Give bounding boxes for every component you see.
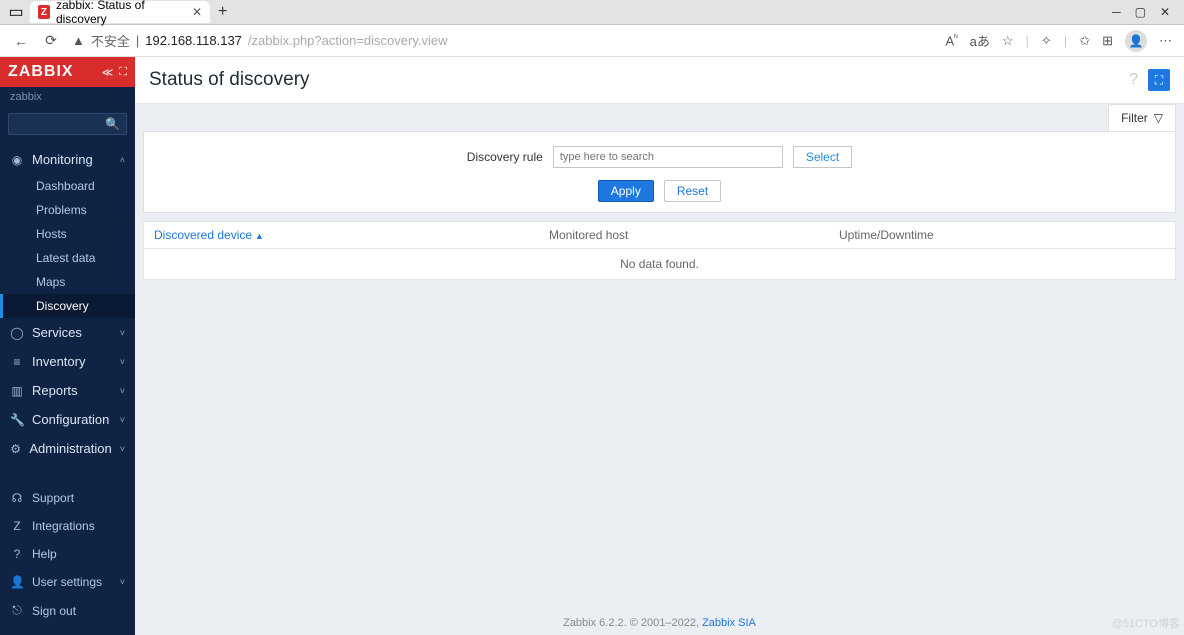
more-icon[interactable]: ⋯ — [1159, 33, 1172, 49]
tab-title: zabbix: Status of discovery — [56, 0, 178, 26]
close-window-icon[interactable]: ✕ — [1160, 5, 1170, 19]
address-bar: ← ⟳ ▲ 不安全 | 192.168.118.137/zabbix.php?a… — [0, 25, 1184, 57]
tab-overview-icon[interactable]: ▭ — [6, 2, 26, 22]
filter-panel: Discovery rule Select Apply Reset — [143, 131, 1176, 213]
table-header: Discovered device▲ Monitored host Uptime… — [144, 222, 1175, 249]
footer: Zabbix 6.2.2. © 2001–2022, Zabbix SIA — [135, 617, 1184, 629]
chevron-up-icon: ˄ — [120, 155, 125, 165]
chevron-down-icon: ˅ — [120, 328, 125, 338]
integrations-icon: Z — [10, 519, 24, 533]
col-discovered-device[interactable]: Discovered device▲ — [144, 222, 539, 248]
user-icon: 👤 — [10, 575, 24, 589]
nav-problems[interactable]: Problems — [0, 198, 135, 222]
sidebar-search[interactable]: 🔍 — [8, 113, 127, 135]
discovery-rule-input[interactable] — [553, 146, 783, 168]
minimize-icon[interactable]: ─ — [1112, 5, 1121, 19]
table-no-data: No data found. — [144, 249, 1175, 279]
apply-button[interactable]: Apply — [598, 180, 654, 202]
chevron-down-icon: ˅ — [120, 415, 125, 425]
col-uptime[interactable]: Uptime/Downtime — [829, 222, 1175, 248]
monitoring-icon: ◉ — [10, 153, 24, 167]
url-path: /zabbix.php?action=discovery.view — [248, 33, 448, 48]
nav-discovery[interactable]: Discovery — [0, 294, 135, 318]
browser-tab[interactable]: Z zabbix: Status of discovery ✕ — [30, 1, 210, 23]
new-tab-button[interactable]: + — [218, 3, 227, 21]
fullscreen-button[interactable]: ⛶ — [1148, 69, 1170, 91]
expand-sidebar-icon[interactable]: ⛶ — [119, 66, 127, 79]
server-name: zabbix — [0, 87, 135, 107]
support-icon: ☊ — [10, 491, 24, 505]
nav-configuration[interactable]: 🔧 Configuration ˅ — [0, 405, 135, 434]
page-title: Status of discovery — [149, 69, 310, 91]
page-help-icon[interactable]: ? — [1129, 71, 1138, 89]
refresh-button[interactable]: ⟳ — [42, 32, 60, 49]
toolbar-icons: Aᴺ aあ ☆ | ✧ | ✩ ⊞ 👤 ⋯ — [945, 30, 1172, 52]
url-field[interactable]: ▲ 不安全 | 192.168.118.137/zabbix.php?actio… — [72, 31, 933, 50]
services-icon: ◯ — [10, 326, 24, 340]
main-content: Status of discovery ? ⛶ Filter ▽ Discove… — [135, 57, 1184, 635]
nav-maps[interactable]: Maps — [0, 270, 135, 294]
window-controls: ─ ▢ ✕ — [1112, 5, 1178, 19]
nav-monitoring[interactable]: ◉ Monitoring ˄ — [0, 145, 135, 174]
extensions-icon[interactable]: ✧ — [1041, 33, 1052, 49]
discovery-rule-label: Discovery rule — [467, 150, 543, 164]
brand-logo[interactable]: ZABBIX — [8, 63, 74, 81]
nav-hosts[interactable]: Hosts — [0, 222, 135, 246]
nav-administration[interactable]: ⚙ Administration ˅ — [0, 434, 135, 463]
zabbix-favicon: Z — [38, 5, 50, 19]
reports-icon: ▥ — [10, 384, 24, 398]
chevron-down-icon: ˅ — [120, 386, 125, 396]
sort-asc-icon: ▲ — [255, 231, 264, 241]
filter-icon: ▽ — [1154, 111, 1163, 125]
nav-help[interactable]: ? Help — [0, 540, 135, 568]
help-icon: ? — [10, 547, 24, 561]
chevron-down-icon: ˅ — [120, 444, 125, 454]
reset-button[interactable]: Reset — [664, 180, 721, 202]
nav-support[interactable]: ☊ Support — [0, 484, 135, 512]
nav-integrations[interactable]: Z Integrations — [0, 512, 135, 540]
sidebar: ZABBIX ≪ ⛶ zabbix 🔍 ◉ Monitoring ˄ Dashb… — [0, 57, 135, 635]
collapse-sidebar-icon[interactable]: ≪ — [102, 66, 114, 79]
nav-latest-data[interactable]: Latest data — [0, 246, 135, 270]
search-icon: 🔍 — [105, 117, 120, 131]
sidebar-header: ZABBIX ≪ ⛶ — [0, 57, 135, 87]
select-button[interactable]: Select — [793, 146, 852, 168]
nav-sign-out[interactable]: ⎋ Sign out — [0, 596, 135, 625]
wrench-icon: 🔧 — [10, 413, 24, 427]
url-host: 192.168.118.137 — [145, 33, 242, 48]
gear-icon: ⚙ — [10, 442, 21, 456]
back-button[interactable]: ← — [12, 33, 30, 49]
watermark: @51CTO博客 — [1112, 615, 1180, 631]
browser-title-bar: ▭ Z zabbix: Status of discovery ✕ + ─ ▢ … — [0, 0, 1184, 25]
page-header: Status of discovery ? ⛶ — [135, 57, 1184, 104]
favorite-icon[interactable]: ☆ — [1002, 33, 1014, 49]
discovery-table: Discovered device▲ Monitored host Uptime… — [143, 221, 1176, 280]
favorites-bar-icon[interactable]: ✩ — [1079, 33, 1090, 49]
profile-icon[interactable]: 👤 — [1125, 30, 1147, 52]
nav-dashboard[interactable]: Dashboard — [0, 174, 135, 198]
maximize-icon[interactable]: ▢ — [1135, 5, 1146, 19]
security-status: 不安全 — [91, 31, 130, 50]
col-monitored-host[interactable]: Monitored host — [539, 222, 829, 248]
nav-services[interactable]: ◯ Services ˅ — [0, 318, 135, 347]
collections-icon[interactable]: ⊞ — [1102, 33, 1113, 49]
nav-reports[interactable]: ▥ Reports ˅ — [0, 376, 135, 405]
read-aloud-icon[interactable]: aあ — [970, 31, 990, 50]
security-warning-icon: ▲ — [72, 33, 85, 48]
filter-tab[interactable]: Filter ▽ — [1108, 104, 1176, 131]
chevron-down-icon: ˅ — [120, 357, 125, 367]
chevron-down-icon: ˅ — [120, 577, 125, 587]
inventory-icon: ≡ — [10, 355, 24, 369]
nav-user-settings[interactable]: 👤 User settings ˅ — [0, 568, 135, 596]
nav-inventory[interactable]: ≡ Inventory ˅ — [0, 347, 135, 376]
close-tab-icon[interactable]: ✕ — [192, 5, 202, 19]
power-icon: ⎋ — [10, 603, 24, 618]
footer-link[interactable]: Zabbix SIA — [702, 617, 756, 629]
font-size-icon[interactable]: Aᴺ — [945, 33, 957, 48]
tab-strip: ▭ Z zabbix: Status of discovery ✕ + — [6, 1, 1112, 23]
